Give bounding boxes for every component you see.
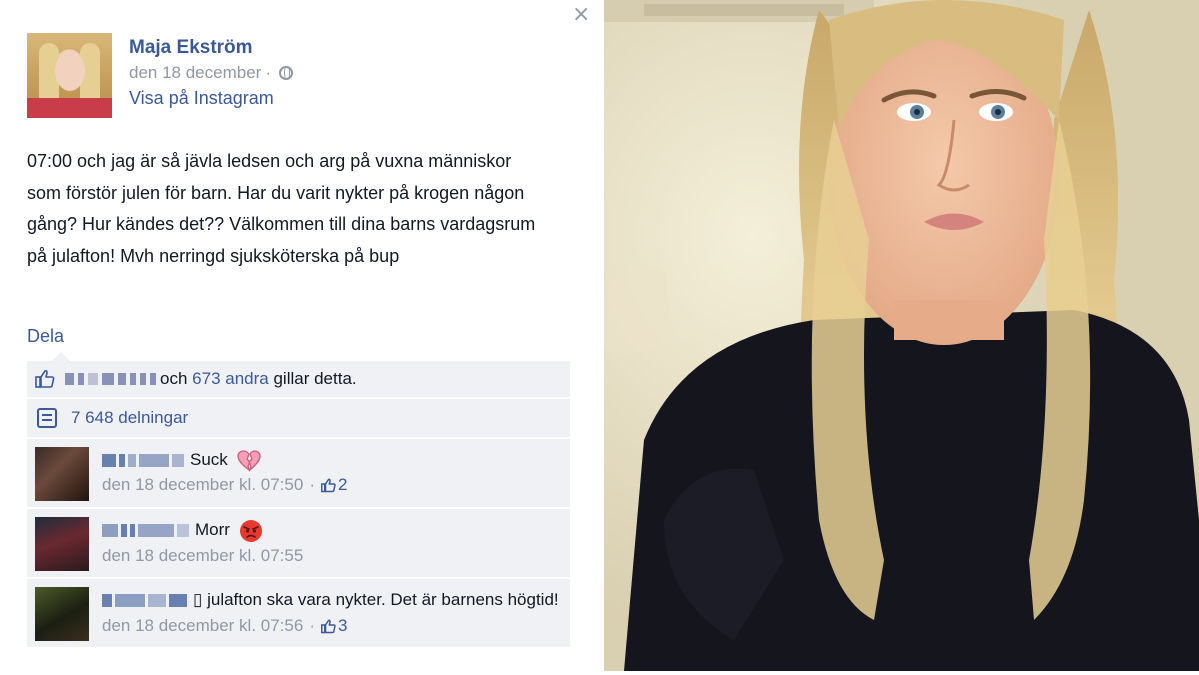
comment-body: Suck den 18 december kl. 07:50 · 2: [102, 447, 570, 501]
thumbs-up-icon: [320, 478, 336, 492]
post-date-line: den 18 december ·: [129, 61, 293, 85]
comment-likes[interactable]: 2: [320, 472, 348, 498]
comment-meta: den 18 december kl. 07:56 · 3: [102, 613, 570, 639]
comment-like-count: 2: [337, 475, 348, 494]
share-link[interactable]: Dela: [27, 326, 64, 347]
meta-separator: ·: [309, 475, 315, 494]
likes-others-link[interactable]: 673 andra: [192, 369, 269, 389]
comment-like-count: 3: [337, 616, 348, 635]
redacted-commenter-name[interactable]: [102, 454, 184, 468]
redacted-commenter-name[interactable]: [102, 524, 189, 538]
likes-connector: och: [160, 369, 188, 388]
commenter-avatar[interactable]: [35, 587, 89, 641]
comment-body: ▯ julafton ska vara nykter. Det är barne…: [102, 587, 570, 641]
comment: ▯ julafton ska vara nykter. Det är barne…: [27, 579, 570, 649]
selfie-image: [604, 0, 1199, 671]
close-icon[interactable]: ×: [572, 2, 590, 27]
likes-summary: och 673 andra gillar detta.: [27, 361, 570, 399]
shares-count[interactable]: 7 648 delningar: [71, 408, 188, 428]
post-date[interactable]: den 18 december: [129, 61, 261, 85]
post-panel: × Maja Ekström den 18 december · Visa på…: [0, 0, 600, 675]
shares-row[interactable]: 7 648 delningar: [27, 399, 570, 439]
date-separator: ·: [265, 63, 271, 82]
comment-meta: den 18 december kl. 07:55: [102, 543, 570, 569]
post-header: Maja Ekström den 18 december · Visa på I…: [27, 33, 293, 118]
comment-timestamp[interactable]: den 18 december kl. 07:56: [102, 613, 303, 639]
feedback-section: och 673 andra gillar detta. 7 648 delnin…: [27, 361, 570, 649]
meta-separator: ·: [309, 616, 315, 635]
author-avatar[interactable]: [27, 33, 112, 118]
post-meta: Maja Ekström den 18 december · Visa på I…: [129, 33, 293, 118]
commenter-avatar[interactable]: [35, 517, 89, 571]
comment: Suck den 18 december kl. 07:50 · 2: [27, 439, 570, 509]
comment-body: Morr den 18 december kl. 07:55: [102, 517, 570, 571]
comment-prefix-glyph: ▯: [193, 590, 203, 609]
broken-heart-icon: [236, 449, 261, 472]
comment-text: Morr: [195, 520, 230, 539]
shares-icon: [37, 408, 57, 428]
thumbs-up-icon[interactable]: [35, 369, 55, 389]
comment-timestamp[interactable]: den 18 december kl. 07:55: [102, 543, 303, 569]
instagram-link[interactable]: Visa på Instagram: [129, 85, 293, 111]
commenter-avatar[interactable]: [35, 447, 89, 501]
post-text: 07:00 och jag är så jävla ledsen och arg…: [27, 151, 536, 266]
comment-meta: den 18 december kl. 07:50 · 2: [102, 472, 570, 498]
comment-timestamp[interactable]: den 18 december kl. 07:50: [102, 472, 303, 498]
likes-suffix: gillar detta.: [273, 369, 357, 388]
globe-icon[interactable]: [279, 66, 293, 80]
post-photo[interactable]: [604, 0, 1199, 671]
redacted-liker-names[interactable]: [65, 373, 156, 385]
ufi-caret: [52, 352, 70, 361]
comment-likes[interactable]: 3: [320, 613, 348, 639]
angry-face-icon: [239, 519, 262, 542]
comment: Morr den 18 december kl. 07:55: [27, 509, 570, 579]
thumbs-up-icon: [320, 619, 336, 633]
comment-text: Suck: [190, 450, 228, 469]
comment-text: julafton ska vara nykter. Det är barnens…: [207, 590, 559, 609]
author-name[interactable]: Maja Ekström: [129, 35, 293, 61]
redacted-commenter-name[interactable]: [102, 594, 187, 608]
